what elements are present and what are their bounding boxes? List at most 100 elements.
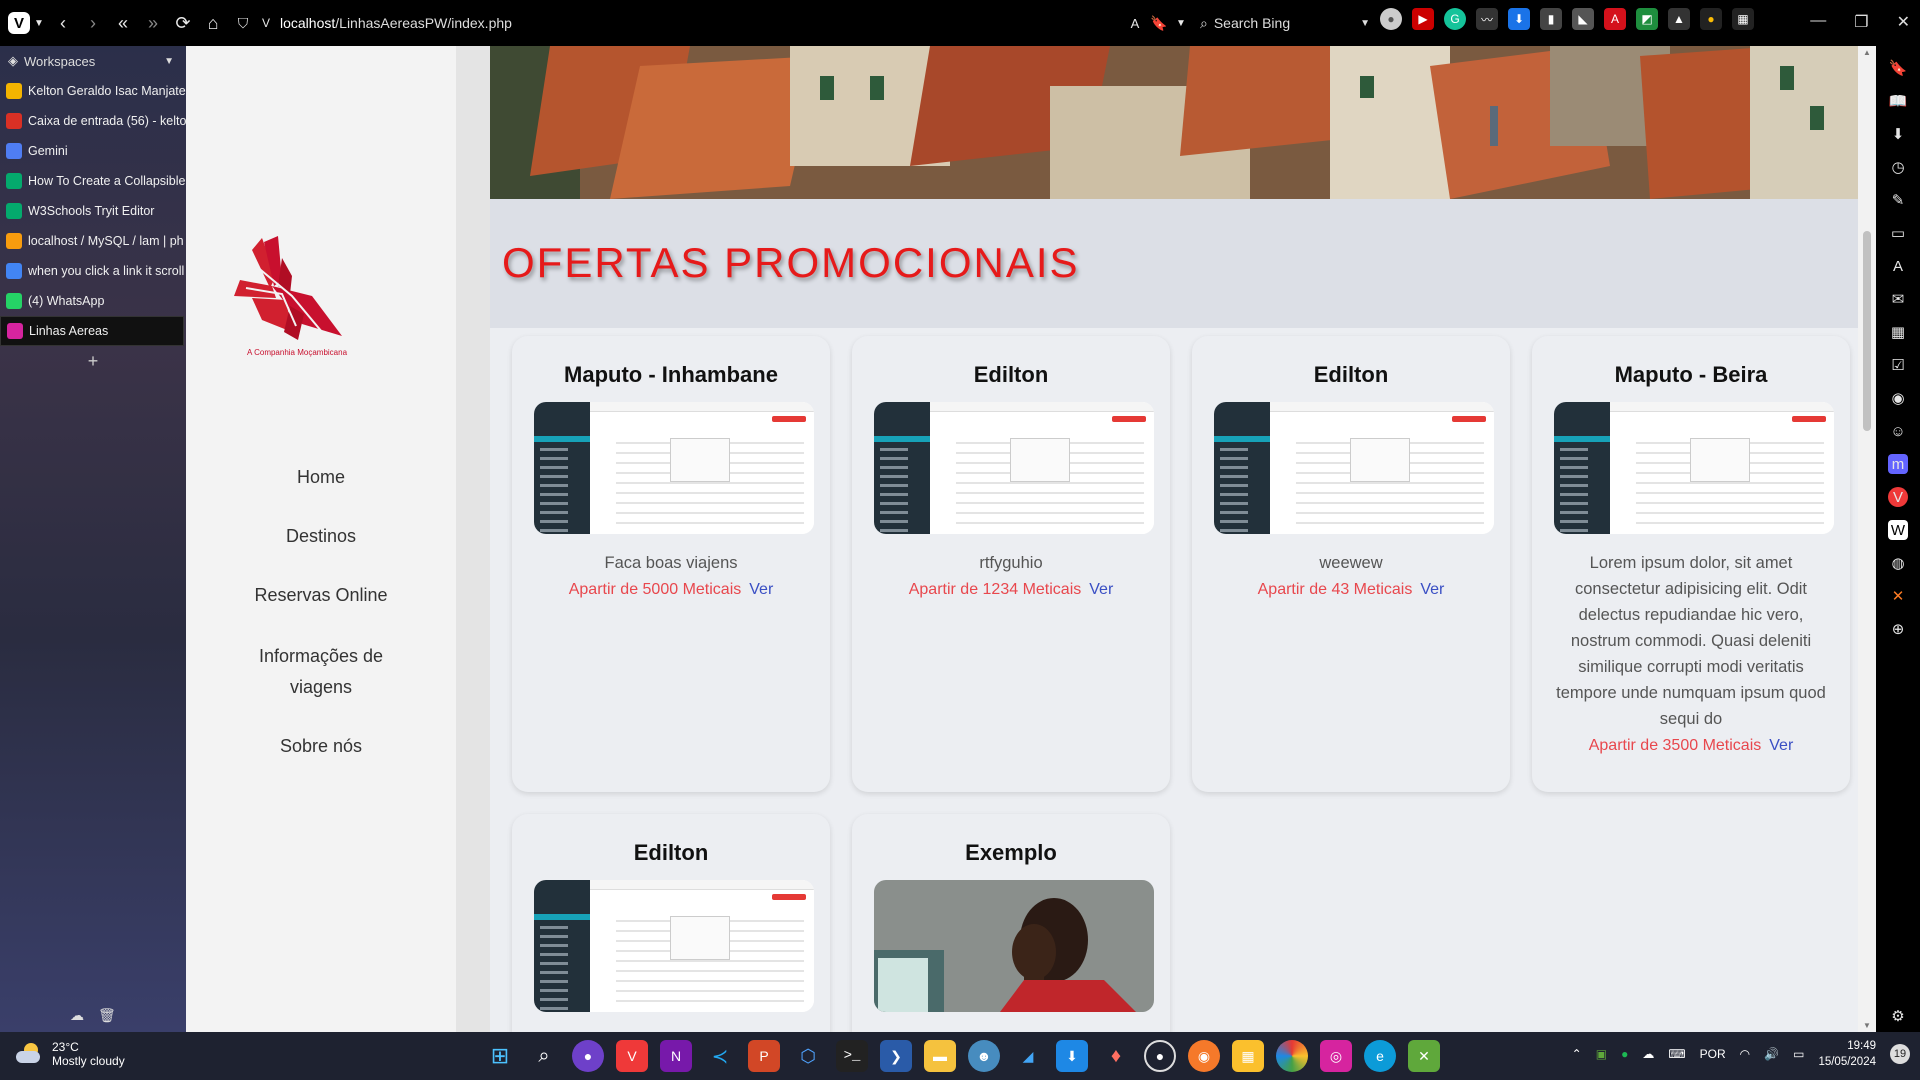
scroll-down-icon[interactable]: ▼ — [1863, 1021, 1871, 1030]
restore-icon[interactable]: ❐ — [1854, 12, 1868, 32]
shield-icon[interactable]: ⛉ — [228, 0, 258, 46]
tools-extension-icon[interactable]: ▮ — [1540, 8, 1562, 30]
browser-tab[interactable]: Kelton Geraldo Isac Manjate — [0, 76, 186, 106]
offer-ver-link[interactable]: Ver — [1089, 581, 1113, 598]
nav-home-link[interactable]: Home — [186, 462, 456, 493]
onedrive-icon[interactable]: ☁ — [1642, 1047, 1654, 1061]
sheet-app-icon[interactable]: ▦ — [1232, 1040, 1264, 1072]
off-extension-icon[interactable]: 〰 — [1476, 8, 1498, 30]
bottle-extension-icon[interactable]: ▲ — [1668, 8, 1690, 30]
rewind-icon[interactable]: « — [108, 0, 138, 46]
workspaces-button[interactable]: ◈ Workspaces ▼ — [0, 46, 186, 76]
browser-tab[interactable]: How To Create a Collapsible — [0, 166, 186, 196]
vivaldi-menu-icon[interactable]: V — [8, 12, 30, 34]
file-explorer-icon[interactable]: ▬ — [924, 1040, 956, 1072]
show-hidden-icons[interactable]: ⌃ — [1572, 1047, 1582, 1061]
settings-gear-icon[interactable]: ⚙ — [1888, 1006, 1908, 1026]
browser-tab[interactable]: Gemini — [0, 136, 186, 166]
home-icon[interactable]: ⌂ — [198, 0, 228, 46]
add-panel-icon[interactable]: ⊕ — [1888, 619, 1908, 639]
tray-green-icon[interactable]: ● — [1621, 1047, 1628, 1061]
vivaldi-taskbar-icon[interactable]: V — [616, 1040, 648, 1072]
mastodon-icon[interactable]: m — [1888, 454, 1908, 474]
translate-panel-icon[interactable]: A — [1888, 256, 1908, 276]
obs-icon[interactable]: ● — [1144, 1040, 1176, 1072]
cloud-icon[interactable]: ☁ — [70, 1007, 84, 1024]
offer-card[interactable]: Edilton rtfyguhio Apartir de 1234 Meticais… — [852, 336, 1170, 792]
offer-card[interactable]: Maputo - Inhambane Faca boas viajens Apart… — [512, 336, 830, 792]
battery-icon[interactable]: ▭ — [1793, 1047, 1804, 1061]
nav-sobre-link[interactable]: Sobre nós — [186, 731, 456, 762]
window-panel-icon[interactable]: ▭ — [1888, 223, 1908, 243]
flutter-icon[interactable]: ◢ — [1012, 1040, 1044, 1072]
offer-card[interactable]: Exemplo — [852, 814, 1170, 1032]
offer-ver-link[interactable]: Ver — [749, 581, 773, 598]
profile-avatar-icon[interactable]: ● — [1380, 8, 1402, 30]
weather-widget[interactable]: 23°C Mostly cloudy — [16, 1040, 125, 1068]
taskbar-search-icon[interactable]: ⌕ — [528, 1040, 560, 1072]
colors-extension-icon[interactable]: ● — [1700, 8, 1722, 30]
back-icon[interactable]: ‹ — [48, 0, 78, 46]
calendar-icon[interactable]: ▦ — [1888, 322, 1908, 342]
browser-tab[interactable]: (4) WhatsApp — [0, 286, 186, 316]
wifi-icon[interactable]: ◠ — [1740, 1047, 1750, 1061]
terminal-icon[interactable]: >_ — [836, 1040, 868, 1072]
address-bar[interactable]: localhost/LinhasAereasPW/index.php — [280, 15, 512, 31]
instagram-taskbar-icon[interactable]: ◎ — [1320, 1040, 1352, 1072]
sheet-extension-icon[interactable]: ◩ — [1636, 8, 1658, 30]
qr-extension-icon[interactable]: ▦ — [1732, 8, 1754, 30]
nav-destinos-link[interactable]: Destinos — [186, 521, 456, 552]
godot-icon[interactable]: ☻ — [968, 1040, 1000, 1072]
minimize-icon[interactable]: — — [1810, 12, 1826, 32]
browser-tab[interactable]: when you click a link it scroll — [0, 256, 186, 286]
offer-card[interactable]: Edilton — [512, 814, 830, 1032]
powershell-icon[interactable]: ❯ — [880, 1040, 912, 1072]
grammarly-icon[interactable]: G — [1444, 8, 1466, 30]
powerpoint-icon[interactable]: P — [748, 1040, 780, 1072]
page-scrollbar[interactable]: ▲ ▼ — [1858, 46, 1876, 1032]
wikipedia-icon[interactable]: W — [1888, 520, 1908, 540]
drop-app-icon[interactable]: ♦ — [1100, 1040, 1132, 1072]
edge-icon[interactable]: e — [1364, 1040, 1396, 1072]
globe-icon[interactable]: ◍ — [1888, 553, 1908, 573]
history-icon[interactable]: ◷ — [1888, 157, 1908, 177]
browser-tab[interactable]: Linhas Aereas — [0, 316, 184, 346]
nav-informacoes-link[interactable]: Informações de viagens — [241, 641, 401, 703]
reading-list-icon[interactable]: 📖 — [1888, 91, 1908, 111]
nav-reservas-link[interactable]: Reservas Online — [186, 580, 456, 611]
color-app-icon[interactable] — [1276, 1040, 1308, 1072]
browser-tab[interactable]: Caixa de entrada (56) - kelton — [0, 106, 186, 136]
blender-icon[interactable]: ◉ — [1188, 1040, 1220, 1072]
keyboard-icon[interactable]: ⌨ — [1668, 1047, 1685, 1061]
reload-icon[interactable]: ⟳ — [168, 0, 198, 46]
tasks-icon[interactable]: ☑ — [1888, 355, 1908, 375]
windows-start-icon[interactable]: ⊞ — [484, 1040, 516, 1072]
browser-tab[interactable]: W3Schools Tryit Editor — [0, 196, 186, 226]
airline-logo[interactable]: A Companhia Moçambicana — [232, 236, 352, 366]
xampp-taskbar-icon[interactable]: ✕ — [1408, 1040, 1440, 1072]
download-app-icon[interactable]: ⬇ — [1056, 1040, 1088, 1072]
menu-chevron-icon[interactable]: ▼ — [30, 0, 48, 46]
browser-tab[interactable]: localhost / MySQL / lam | ph — [0, 226, 186, 256]
mail-icon[interactable]: ✉ — [1888, 289, 1908, 309]
downloads-icon[interactable]: ⬇ — [1888, 124, 1908, 144]
new-tab-button[interactable]: + — [0, 346, 186, 376]
xampp-icon[interactable]: ✕ — [1888, 586, 1908, 606]
onenote-icon[interactable]: N — [660, 1040, 692, 1072]
contacts-icon[interactable]: ☺ — [1888, 421, 1908, 441]
vscode-icon[interactable]: ≺ — [704, 1040, 736, 1072]
github-icon[interactable]: ● — [572, 1040, 604, 1072]
volume-icon[interactable]: 🔊 — [1764, 1047, 1779, 1061]
trash-icon[interactable]: 🗑 — [98, 1007, 116, 1024]
offer-ver-link[interactable]: Ver — [1769, 737, 1793, 754]
3d-app-icon[interactable]: ⬡ — [792, 1040, 824, 1072]
close-icon[interactable]: ✕ — [1897, 12, 1910, 32]
offer-ver-link[interactable]: Ver — [1420, 581, 1444, 598]
bookmark-chevron-icon[interactable]: ▼ — [1166, 0, 1196, 46]
search-engine-chevron-icon[interactable]: ▼ — [1360, 18, 1370, 29]
offer-card[interactable]: Edilton weewew Apartir de 43 Meticais Ver — [1192, 336, 1510, 792]
bookmarks-panel-icon[interactable]: 🔖 — [1888, 58, 1908, 78]
offer-card[interactable]: Maputo - Beira Lorem ipsum dolor, sit ame… — [1532, 336, 1850, 792]
megaphone-extension-icon[interactable]: ◣ — [1572, 8, 1594, 30]
forward-icon[interactable]: › — [78, 0, 108, 46]
